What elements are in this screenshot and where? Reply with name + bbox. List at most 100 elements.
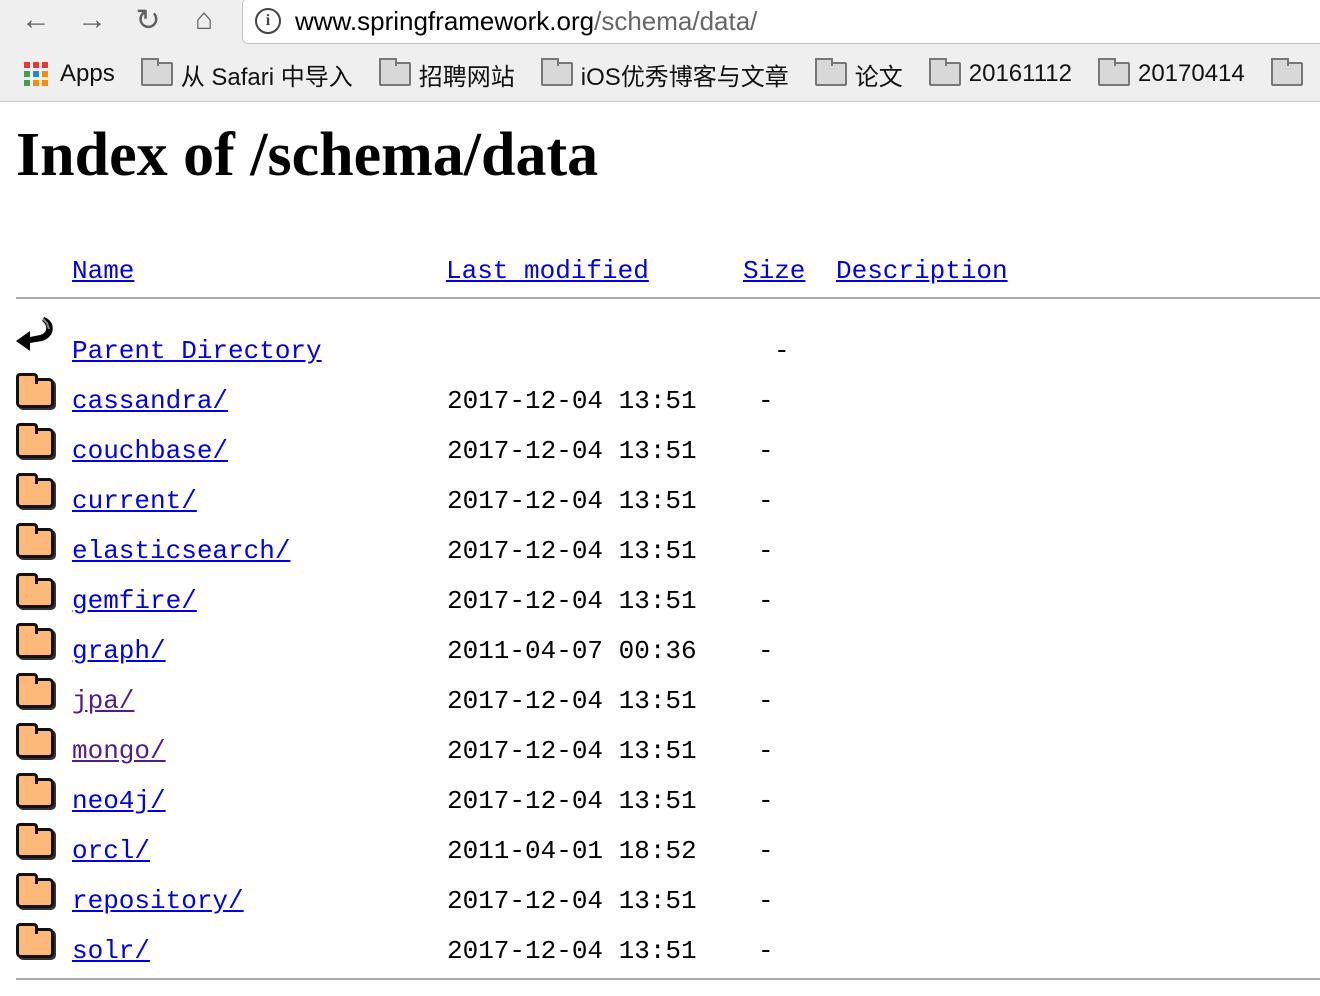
bookmark-folder[interactable]: 论文 <box>814 57 903 92</box>
directory-link[interactable]: gemfire/ <box>72 586 197 616</box>
directory-link[interactable]: mongo/ <box>72 736 166 766</box>
size-value: - <box>758 736 774 766</box>
header-divider <box>16 297 1320 299</box>
folder-icon <box>16 472 56 508</box>
folder-icon <box>16 372 56 408</box>
modified-date: 2011-04-01 18:52 <box>447 836 697 866</box>
folder-icon <box>16 822 56 858</box>
size-value: - <box>758 636 774 666</box>
modified-date: 2017-12-04 13:51 <box>447 686 697 716</box>
parent-directory-link[interactable]: Parent Directory <box>72 336 322 366</box>
folder-icon <box>140 58 173 86</box>
bookmark-label: 论文 <box>854 63 903 91</box>
folder-icon <box>16 922 56 958</box>
modified-date: 2017-12-04 13:51 <box>447 936 697 966</box>
directory-link[interactable]: couchbase/ <box>72 436 228 466</box>
directory-row: elasticsearch/2017-12-04 13:51 - <box>0 523 1320 580</box>
folder-icon <box>16 522 56 558</box>
apps-grid-icon <box>24 62 48 86</box>
directory-row: couchbase/2017-12-04 13:51 - <box>0 423 1320 480</box>
directory-link[interactable]: graph/ <box>72 636 166 666</box>
sort-by-description-link[interactable]: Description <box>836 256 1008 286</box>
size-value: - <box>758 436 774 466</box>
url-host: www.springframework.org <box>295 5 595 36</box>
directory-link[interactable]: solr/ <box>72 936 150 966</box>
folder-icon <box>1270 58 1303 86</box>
folder-icon <box>540 58 573 86</box>
parent-directory-row: Parent Directory - <box>0 317 1320 380</box>
home-icon[interactable]: ⌂ <box>186 2 222 38</box>
folder-icon <box>16 622 56 658</box>
modified-date: 2017-12-04 13:51 <box>447 886 697 916</box>
page-title: Index of /schema/data <box>16 121 599 189</box>
directory-row: cassandra/2017-12-04 13:51 - <box>0 373 1320 430</box>
forward-arrow-icon[interactable]: → <box>74 2 110 38</box>
modified-date: 2011-04-07 00:36 <box>447 636 697 666</box>
folder-icon <box>378 58 411 86</box>
sort-by-modified-link[interactable]: Last modified <box>446 256 649 286</box>
folder-icon <box>16 772 56 808</box>
directory-link[interactable]: orcl/ <box>72 836 150 866</box>
directory-row: solr/2017-12-04 13:51 - <box>0 923 1320 980</box>
back-arrow-icon[interactable]: ← <box>18 2 54 38</box>
modified-date: 2017-12-04 13:51 <box>447 786 697 816</box>
bookmark-label: iOS优秀博客与文章 <box>580 63 789 91</box>
modified-date: 2017-12-04 13:51 <box>447 386 697 416</box>
folder-icon <box>16 722 56 758</box>
bookmark-label: 20170414 <box>1137 60 1245 87</box>
sort-by-name-link[interactable]: Name <box>72 256 134 286</box>
modified-date: 2017-12-04 13:51 <box>447 736 697 766</box>
bookmark-label: Apps <box>60 60 115 87</box>
size-value: - <box>758 486 774 516</box>
bookmark-folder[interactable] <box>1270 58 1311 86</box>
size-value: - <box>774 336 790 366</box>
directory-link[interactable]: neo4j/ <box>72 786 166 816</box>
info-icon[interactable]: i <box>255 8 281 34</box>
bookmark-folder[interactable]: 从 Safari 中导入 <box>140 57 353 92</box>
bookmark-folder[interactable]: 20161112 <box>928 58 1072 88</box>
modified-date: 2017-12-04 13:51 <box>447 586 697 616</box>
browser-toolbar: ← → ↻ ⌂ i www.springframework.org/schema… <box>0 0 1320 102</box>
modified-date: 2017-12-04 13:51 <box>447 536 697 566</box>
bookmark-label: 招聘网站 <box>418 63 515 91</box>
directory-row: gemfire/2017-12-04 13:51 - <box>0 573 1320 630</box>
bookmark-folder[interactable]: 招聘网站 <box>378 57 515 92</box>
directory-row: current/2017-12-04 13:51 - <box>0 473 1320 530</box>
size-value: - <box>758 536 774 566</box>
footer-divider <box>16 978 1320 980</box>
size-value: - <box>758 936 774 966</box>
back-arrow-icon <box>16 317 53 351</box>
modified-date: 2017-12-04 13:51 <box>447 436 697 466</box>
size-value: - <box>758 586 774 616</box>
directory-link[interactable]: current/ <box>72 486 197 516</box>
bookmark-folder[interactable]: iOS优秀博客与文章 <box>540 57 789 92</box>
size-value: - <box>758 786 774 816</box>
url-text[interactable]: www.springframework.org/schema/data/ <box>295 6 757 37</box>
size-value: - <box>758 836 774 866</box>
directory-link[interactable]: elasticsearch/ <box>72 536 290 566</box>
folder-icon <box>16 422 56 458</box>
directory-row: repository/2017-12-04 13:51 - <box>0 873 1320 930</box>
size-value: - <box>758 886 774 916</box>
folder-icon <box>928 58 961 86</box>
sort-by-size-link[interactable]: Size <box>743 256 805 286</box>
folder-icon <box>1097 58 1130 86</box>
reload-icon[interactable]: ↻ <box>130 2 166 38</box>
bookmarks-bar: Apps 从 Safari 中导入 招聘网站 iOS优秀博客与文章 论文 20161112… <box>24 54 1320 94</box>
folder-icon <box>16 572 56 608</box>
bookmark-apps[interactable]: Apps <box>24 60 115 88</box>
directory-link[interactable]: cassandra/ <box>72 386 228 416</box>
folder-icon <box>16 872 56 908</box>
directory-row: neo4j/2017-12-04 13:51 - <box>0 773 1320 830</box>
directory-row: jpa/2017-12-04 13:51 - <box>0 673 1320 730</box>
folder-icon <box>814 58 847 86</box>
directory-row: orcl/2011-04-01 18:52 - <box>0 823 1320 880</box>
folder-icon <box>16 672 56 708</box>
size-value: - <box>758 386 774 416</box>
bookmark-folder[interactable]: 20170414 <box>1097 58 1245 88</box>
directory-row: mongo/2017-12-04 13:51 - <box>0 723 1320 780</box>
directory-link[interactable]: repository/ <box>72 886 244 916</box>
size-value: - <box>758 686 774 716</box>
directory-link[interactable]: jpa/ <box>72 686 134 716</box>
address-bar[interactable]: i www.springframework.org/schema/data/ <box>242 0 1320 44</box>
